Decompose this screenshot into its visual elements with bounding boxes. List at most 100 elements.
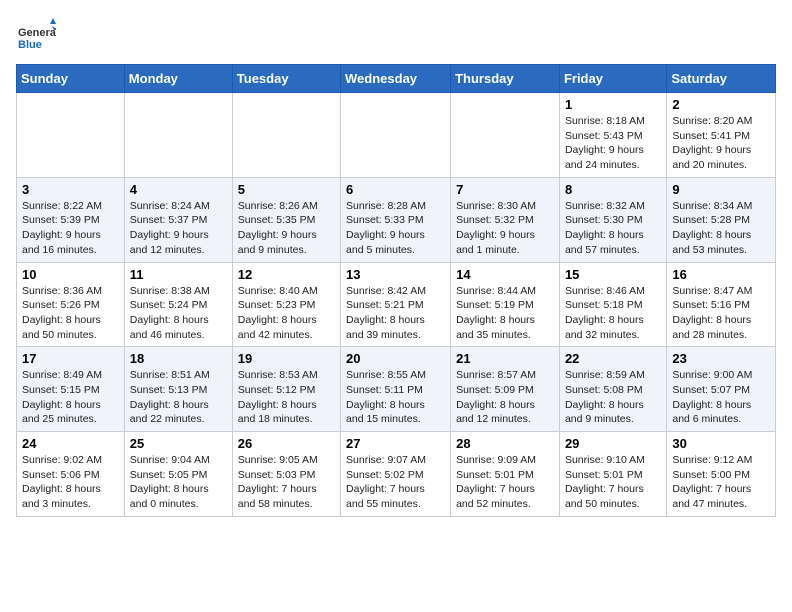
- weekday-header: Monday: [124, 65, 232, 93]
- calendar-week-row: 3 Sunrise: 8:22 AM Sunset: 5:39 PM Daylig…: [17, 177, 776, 262]
- day-info: Sunrise: 8:49 AM Sunset: 5:15 PM Dayligh…: [22, 368, 119, 427]
- day-number: 17: [22, 351, 119, 366]
- day-number: 23: [672, 351, 770, 366]
- day-number: 24: [22, 436, 119, 451]
- calendar-cell: 9 Sunrise: 8:34 AM Sunset: 5:28 PM Daylig…: [667, 177, 776, 262]
- day-number: 3: [22, 182, 119, 197]
- calendar-cell: 15 Sunrise: 8:46 AM Sunset: 5:18 PM Dayli…: [559, 262, 666, 347]
- calendar-cell: 21 Sunrise: 8:57 AM Sunset: 5:09 PM Dayli…: [451, 347, 560, 432]
- calendar-cell: [232, 93, 340, 178]
- calendar-cell: 17 Sunrise: 8:49 AM Sunset: 5:15 PM Dayli…: [17, 347, 125, 432]
- day-number: 10: [22, 267, 119, 282]
- calendar-cell: 6Sunrise: 8:28 AM Sunset: 5:33 PM Daylig…: [341, 177, 451, 262]
- calendar-cell: [341, 93, 451, 178]
- calendar-table: SundayMondayTuesdayWednesdayThursdayFrid…: [16, 64, 776, 517]
- day-info: Sunrise: 8:32 AM Sunset: 5:30 PM Dayligh…: [565, 199, 661, 258]
- day-info: Sunrise: 8:46 AM Sunset: 5:18 PM Dayligh…: [565, 284, 661, 343]
- day-number: 1: [565, 97, 661, 112]
- calendar-cell: 26 Sunrise: 9:05 AM Sunset: 5:03 PM Dayli…: [232, 432, 340, 517]
- day-info: Sunrise: 8:24 AM Sunset: 5:37 PM Dayligh…: [130, 199, 227, 258]
- calendar-cell: 13 Sunrise: 8:42 AM Sunset: 5:21 PM Dayli…: [341, 262, 451, 347]
- day-number: 15: [565, 267, 661, 282]
- day-number: 11: [130, 267, 227, 282]
- day-info: Sunrise: 8:18 AM Sunset: 5:43 PM Dayligh…: [565, 114, 661, 173]
- calendar-cell: 25 Sunrise: 9:04 AM Sunset: 5:05 PM Dayli…: [124, 432, 232, 517]
- calendar-cell: 4 Sunrise: 8:24 AM Sunset: 5:37 PM Daylig…: [124, 177, 232, 262]
- day-number: 21: [456, 351, 554, 366]
- day-info: Sunrise: 9:04 AM Sunset: 5:05 PM Dayligh…: [130, 453, 227, 512]
- weekday-header: Thursday: [451, 65, 560, 93]
- calendar-cell: 29Sunrise: 9:10 AM Sunset: 5:01 PM Dayli…: [559, 432, 666, 517]
- day-number: 13: [346, 267, 445, 282]
- day-info: Sunrise: 8:34 AM Sunset: 5:28 PM Dayligh…: [672, 199, 770, 258]
- weekday-header: Tuesday: [232, 65, 340, 93]
- calendar-cell: 18 Sunrise: 8:51 AM Sunset: 5:13 PM Dayli…: [124, 347, 232, 432]
- day-info: Sunrise: 9:10 AM Sunset: 5:01 PM Dayligh…: [565, 453, 661, 512]
- day-number: 18: [130, 351, 227, 366]
- day-info: Sunrise: 9:02 AM Sunset: 5:06 PM Dayligh…: [22, 453, 119, 512]
- calendar-cell: [17, 93, 125, 178]
- day-info: Sunrise: 8:38 AM Sunset: 5:24 PM Dayligh…: [130, 284, 227, 343]
- svg-text:General: General: [18, 27, 56, 39]
- day-info: Sunrise: 8:30 AM Sunset: 5:32 PM Dayligh…: [456, 199, 554, 258]
- day-number: 28: [456, 436, 554, 451]
- calendar-cell: 12 Sunrise: 8:40 AM Sunset: 5:23 PM Dayli…: [232, 262, 340, 347]
- logo-icon: General Blue: [16, 16, 56, 56]
- logo: General Blue: [16, 16, 60, 56]
- calendar-cell: 14 Sunrise: 8:44 AM Sunset: 5:19 PM Dayli…: [451, 262, 560, 347]
- day-info: Sunrise: 9:00 AM Sunset: 5:07 PM Dayligh…: [672, 368, 770, 427]
- calendar-cell: 28Sunrise: 9:09 AM Sunset: 5:01 PM Dayli…: [451, 432, 560, 517]
- day-number: 16: [672, 267, 770, 282]
- day-info: Sunrise: 8:51 AM Sunset: 5:13 PM Dayligh…: [130, 368, 227, 427]
- day-number: 12: [238, 267, 335, 282]
- day-info: Sunrise: 8:26 AM Sunset: 5:35 PM Dayligh…: [238, 199, 335, 258]
- calendar-cell: 19 Sunrise: 8:53 AM Sunset: 5:12 PM Dayli…: [232, 347, 340, 432]
- day-number: 5: [238, 182, 335, 197]
- calendar-cell: [451, 93, 560, 178]
- day-info: Sunrise: 8:40 AM Sunset: 5:23 PM Dayligh…: [238, 284, 335, 343]
- day-info: Sunrise: 9:07 AM Sunset: 5:02 PM Dayligh…: [346, 453, 445, 512]
- weekday-header: Saturday: [667, 65, 776, 93]
- calendar-cell: 16 Sunrise: 8:47 AM Sunset: 5:16 PM Dayli…: [667, 262, 776, 347]
- page-header: General Blue: [16, 16, 776, 56]
- day-info: Sunrise: 8:44 AM Sunset: 5:19 PM Dayligh…: [456, 284, 554, 343]
- calendar-cell: 22 Sunrise: 8:59 AM Sunset: 5:08 PM Dayli…: [559, 347, 666, 432]
- weekday-header: Wednesday: [341, 65, 451, 93]
- day-info: Sunrise: 8:36 AM Sunset: 5:26 PM Dayligh…: [22, 284, 119, 343]
- day-number: 19: [238, 351, 335, 366]
- day-number: 2: [672, 97, 770, 112]
- calendar-cell: 27Sunrise: 9:07 AM Sunset: 5:02 PM Dayli…: [341, 432, 451, 517]
- day-info: Sunrise: 8:22 AM Sunset: 5:39 PM Dayligh…: [22, 199, 119, 258]
- calendar-cell: 5 Sunrise: 8:26 AM Sunset: 5:35 PM Daylig…: [232, 177, 340, 262]
- day-number: 8: [565, 182, 661, 197]
- calendar-cell: 8 Sunrise: 8:32 AM Sunset: 5:30 PM Daylig…: [559, 177, 666, 262]
- calendar-cell: 2 Sunrise: 8:20 AM Sunset: 5:41 PM Daylig…: [667, 93, 776, 178]
- calendar-cell: 3 Sunrise: 8:22 AM Sunset: 5:39 PM Daylig…: [17, 177, 125, 262]
- weekday-header: Friday: [559, 65, 666, 93]
- day-info: Sunrise: 8:20 AM Sunset: 5:41 PM Dayligh…: [672, 114, 770, 173]
- day-info: Sunrise: 8:42 AM Sunset: 5:21 PM Dayligh…: [346, 284, 445, 343]
- day-info: Sunrise: 8:53 AM Sunset: 5:12 PM Dayligh…: [238, 368, 335, 427]
- day-number: 20: [346, 351, 445, 366]
- calendar-cell: 10 Sunrise: 8:36 AM Sunset: 5:26 PM Dayli…: [17, 262, 125, 347]
- day-number: 22: [565, 351, 661, 366]
- day-number: 4: [130, 182, 227, 197]
- day-number: 26: [238, 436, 335, 451]
- calendar-cell: [124, 93, 232, 178]
- day-info: Sunrise: 8:47 AM Sunset: 5:16 PM Dayligh…: [672, 284, 770, 343]
- day-number: 7: [456, 182, 554, 197]
- day-info: Sunrise: 8:57 AM Sunset: 5:09 PM Dayligh…: [456, 368, 554, 427]
- day-info: Sunrise: 9:05 AM Sunset: 5:03 PM Dayligh…: [238, 453, 335, 512]
- day-number: 9: [672, 182, 770, 197]
- svg-text:Blue: Blue: [18, 39, 42, 51]
- day-number: 25: [130, 436, 227, 451]
- day-info: Sunrise: 8:28 AM Sunset: 5:33 PM Dayligh…: [346, 199, 445, 258]
- day-info: Sunrise: 8:59 AM Sunset: 5:08 PM Dayligh…: [565, 368, 661, 427]
- day-number: 14: [456, 267, 554, 282]
- calendar-cell: 1 Sunrise: 8:18 AM Sunset: 5:43 PM Daylig…: [559, 93, 666, 178]
- calendar-week-row: 1 Sunrise: 8:18 AM Sunset: 5:43 PM Daylig…: [17, 93, 776, 178]
- calendar-cell: 7 Sunrise: 8:30 AM Sunset: 5:32 PM Daylig…: [451, 177, 560, 262]
- calendar-week-row: 24 Sunrise: 9:02 AM Sunset: 5:06 PM Dayli…: [17, 432, 776, 517]
- calendar-header-row: SundayMondayTuesdayWednesdayThursdayFrid…: [17, 65, 776, 93]
- day-number: 30: [672, 436, 770, 451]
